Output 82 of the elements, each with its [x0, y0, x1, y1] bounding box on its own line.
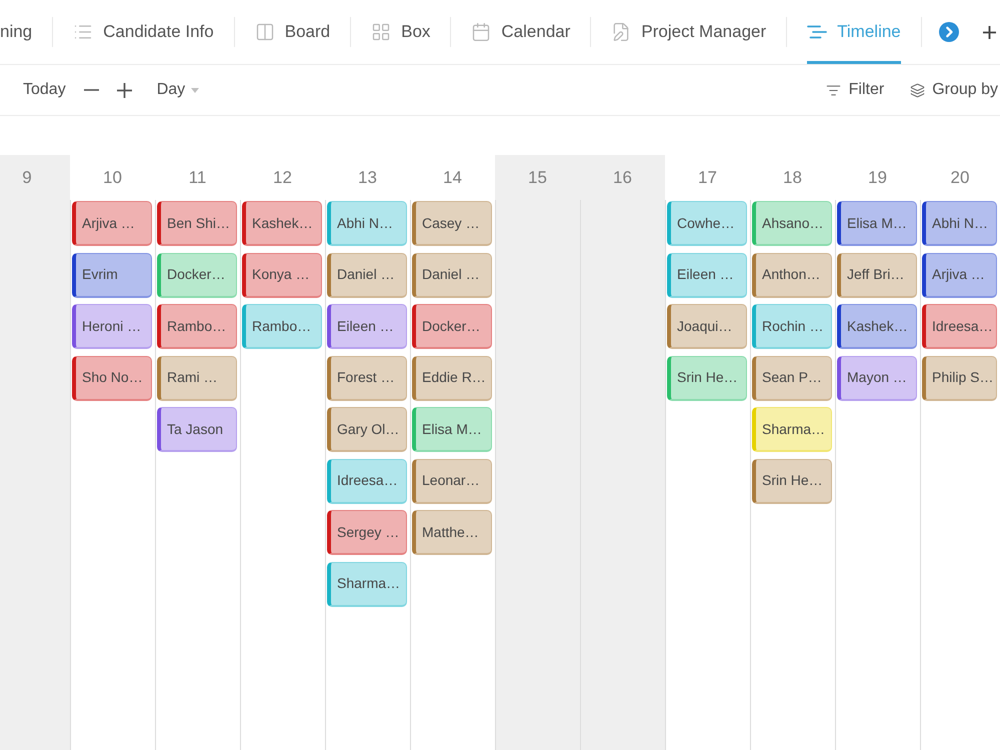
day-number: 9 [22, 166, 32, 189]
task-card[interactable]: Sharma… [752, 407, 832, 452]
chevron-circle-icon [938, 22, 959, 42]
day-number: 10 [103, 166, 122, 189]
task-card[interactable]: Eileen … [667, 252, 747, 298]
task-card[interactable]: Rochin … [752, 304, 832, 349]
task-card[interactable]: Philip S… [922, 356, 997, 400]
minus-icon [84, 89, 99, 91]
task-card[interactable]: Abhi N… [327, 201, 407, 246]
today-button[interactable]: Today [23, 78, 66, 102]
task-card[interactable]: Konya … [242, 252, 322, 298]
task-card[interactable]: Mayon … [837, 356, 917, 400]
task-card[interactable]: Daniel … [327, 252, 407, 298]
day-number: 11 [188, 166, 206, 189]
task-card[interactable]: Evrim [72, 252, 152, 298]
task-card[interactable]: Ben Shi… [157, 201, 237, 246]
filter-button[interactable]: Filter [826, 78, 884, 102]
task-card[interactable]: Rambo… [157, 304, 237, 349]
task-card[interactable]: Ahsano… [752, 201, 832, 246]
plus-icon [116, 82, 132, 98]
group-by-button[interactable]: Group by [910, 78, 998, 102]
layers-icon [910, 82, 926, 98]
caret-icon [191, 88, 200, 92]
task-card[interactable]: Arjiva … [72, 201, 152, 246]
task-card[interactable]: Cowhe… [667, 201, 747, 246]
day-number: 12 [273, 166, 292, 189]
task-card[interactable]: Sho No… [72, 356, 152, 400]
plus-icon [982, 26, 996, 38]
task-card[interactable]: Eddie R… [412, 356, 492, 400]
calendar-icon [471, 22, 492, 42]
document-pencil-icon [611, 22, 632, 42]
more-views-button[interactable] [938, 22, 959, 42]
view-tab[interactable]: Calendar [471, 0, 570, 64]
task-card[interactable]: Kashek… [837, 304, 917, 349]
task-card[interactable]: Sergey … [327, 510, 407, 555]
task-card[interactable]: Elisa M… [412, 407, 492, 452]
grid-icon [371, 22, 392, 42]
task-card[interactable]: Kashek… [242, 201, 322, 246]
task-card[interactable]: Docker… [412, 304, 492, 349]
view-tab[interactable]: ning [0, 0, 32, 64]
task-card[interactable]: Sharma… [327, 562, 407, 606]
day-number: 15 [528, 166, 547, 189]
view-tab[interactable]: Project Manager [611, 0, 766, 64]
day-number: 18 [783, 166, 802, 189]
task-card[interactable]: Sean P… [752, 356, 832, 400]
view-tab[interactable]: Box [371, 0, 430, 64]
task-card[interactable]: Anthon… [752, 252, 832, 298]
day-number: 17 [698, 166, 717, 189]
task-card[interactable]: Rami … [157, 356, 237, 400]
task-card[interactable]: Daniel … [412, 252, 492, 298]
task-card[interactable]: Srin He… [667, 356, 747, 400]
day-number: 13 [358, 166, 377, 189]
task-card[interactable]: Forest … [327, 356, 407, 400]
filter-icon [826, 82, 841, 98]
task-card[interactable]: Idreesa… [327, 458, 407, 504]
add-view-button[interactable] [982, 26, 996, 38]
task-card[interactable]: Elisa M… [837, 201, 917, 246]
task-card[interactable]: Casey … [412, 201, 492, 246]
task-card[interactable]: Joaqui… [667, 304, 747, 349]
view-tab[interactable]: Candidate Info [73, 0, 214, 64]
zoom-in-button[interactable] [116, 82, 132, 98]
task-card[interactable]: Leonar… [412, 458, 492, 504]
day-number: 16 [613, 166, 632, 189]
task-card[interactable]: Srin He… [752, 458, 832, 504]
task-card[interactable]: Jeff Bri… [837, 252, 917, 298]
task-card[interactable]: Ta Jason [157, 407, 237, 452]
task-card[interactable]: Idreesa… [922, 304, 997, 349]
staggered-lines-icon [807, 25, 828, 39]
view-tab[interactable]: Board [254, 0, 330, 64]
task-card[interactable]: Eileen … [327, 304, 407, 349]
columns-icon [254, 22, 275, 42]
task-card[interactable]: Docker… [157, 252, 237, 298]
task-card[interactable]: Rambo… [242, 304, 322, 349]
task-card[interactable]: Abhi N… [922, 201, 997, 246]
task-card[interactable]: Matthe… [412, 510, 492, 555]
day-number: 19 [868, 166, 887, 189]
task-card[interactable]: Arjiva … [922, 252, 997, 298]
task-card[interactable]: Heroni … [72, 304, 152, 349]
scale-dropdown[interactable]: Day [156, 78, 200, 102]
day-number: 20 [950, 166, 970, 189]
day-number: 14 [443, 166, 462, 189]
task-card[interactable]: Gary Ol… [327, 407, 407, 452]
